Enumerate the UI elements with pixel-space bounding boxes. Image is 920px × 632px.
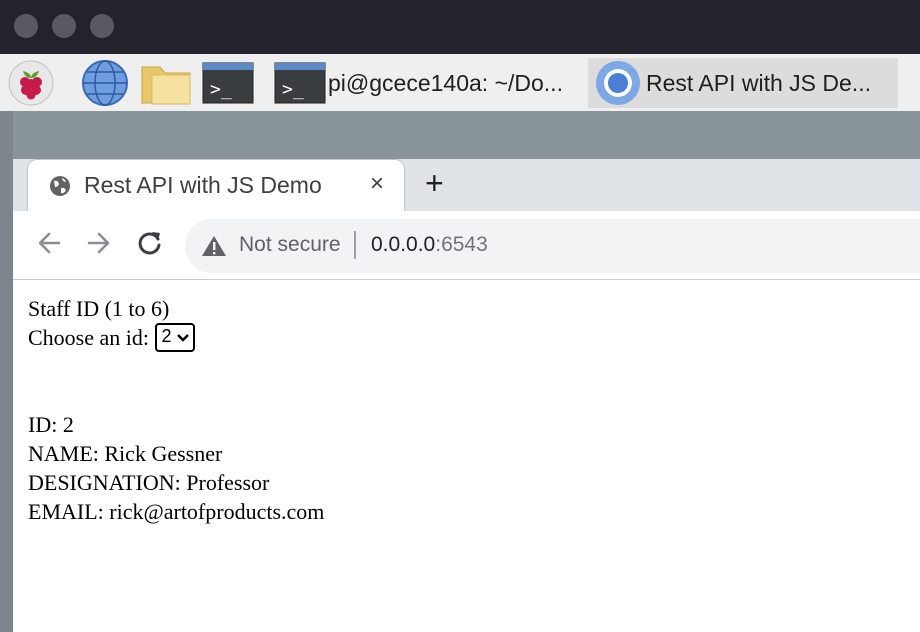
chevron-down-icon <box>176 333 189 342</box>
window-minimize-dot[interactable] <box>52 14 76 38</box>
task-terminal-label: pi@gcece140a: ~/Do... <box>328 69 563 96</box>
record-email: EMAIL: rick@artofproducts.com <box>28 499 325 525</box>
choose-id-row: Choose an id: 2 <box>28 323 324 353</box>
folder-icon <box>141 66 191 105</box>
raspberry-icon <box>8 60 54 106</box>
web-page: Staff ID (1 to 6) Choose an id: 2 ID: 2 … <box>13 280 920 632</box>
window-close-dot[interactable] <box>14 14 38 38</box>
terminal-launcher[interactable]: >_ <box>202 59 254 112</box>
staff-id-heading: Staff ID (1 to 6) <box>28 296 170 321</box>
browser-toolbar: Not secure 0.0.0.0:6543 <box>13 211 920 280</box>
svg-text:>_: >_ <box>210 79 232 100</box>
window-title-bar <box>0 0 920 54</box>
record-id: ID: 2 <box>28 412 74 438</box>
tab-title: Rest API with JS Demo <box>84 172 322 198</box>
task-browser-label: Rest API with JS De... <box>646 69 871 96</box>
web-browser-launcher[interactable] <box>80 59 130 112</box>
window-maximize-dot[interactable] <box>90 14 114 38</box>
security-status-label[interactable]: Not secure <box>239 233 341 257</box>
terminal-icon: >_ <box>202 62 254 104</box>
browser-title-area <box>13 111 920 159</box>
id-select[interactable]: 2 <box>154 323 195 353</box>
page-content: Staff ID (1 to 6) Choose an id: 2 ID: 2 … <box>28 294 324 526</box>
omnibox-separator <box>354 231 356 259</box>
task-browser[interactable]: Rest API with JS De... <box>588 58 898 108</box>
desktop-background <box>0 111 13 632</box>
tab-strip: Rest API with JS Demo × + <box>13 159 920 211</box>
close-tab-icon[interactable]: × <box>370 170 384 198</box>
url-text[interactable]: 0.0.0.0:6543 <box>371 233 488 257</box>
url-host: 0.0.0.0 <box>371 233 436 256</box>
terminal-icon: >_ <box>274 62 326 104</box>
warning-icon[interactable] <box>201 234 227 258</box>
file-manager-launcher[interactable] <box>140 59 192 112</box>
reload-icon[interactable] <box>136 229 164 257</box>
forward-icon[interactable] <box>85 229 113 257</box>
new-tab-button[interactable]: + <box>425 165 444 201</box>
globe-icon <box>50 176 70 196</box>
raspberry-menu-button[interactable] <box>6 59 56 112</box>
record-designation: DESIGNATION: Professor <box>28 470 270 496</box>
staff-record: ID: 2 NAME: Rick Gessner DESIGNATION: Pr… <box>28 410 324 526</box>
tab-rest-api-demo[interactable]: Rest API with JS Demo × <box>27 159 405 211</box>
chrome-icon <box>596 61 640 105</box>
desktop-taskbar: >_ >_ pi@gcece140a: ~/Do... Rest API wit… <box>0 54 920 112</box>
svg-text:>_: >_ <box>282 79 304 100</box>
address-bar[interactable]: Not secure 0.0.0.0:6543 <box>185 219 920 273</box>
back-icon[interactable] <box>35 229 63 257</box>
globe-icon <box>82 60 128 106</box>
task-terminal[interactable]: >_ pi@gcece140a: ~/Do... <box>274 58 563 108</box>
url-port: :6543 <box>435 233 488 256</box>
record-name: NAME: Rick Gessner <box>28 441 223 467</box>
choose-id-label: Choose an id: <box>28 325 149 350</box>
id-select-value: 2 <box>161 326 172 347</box>
